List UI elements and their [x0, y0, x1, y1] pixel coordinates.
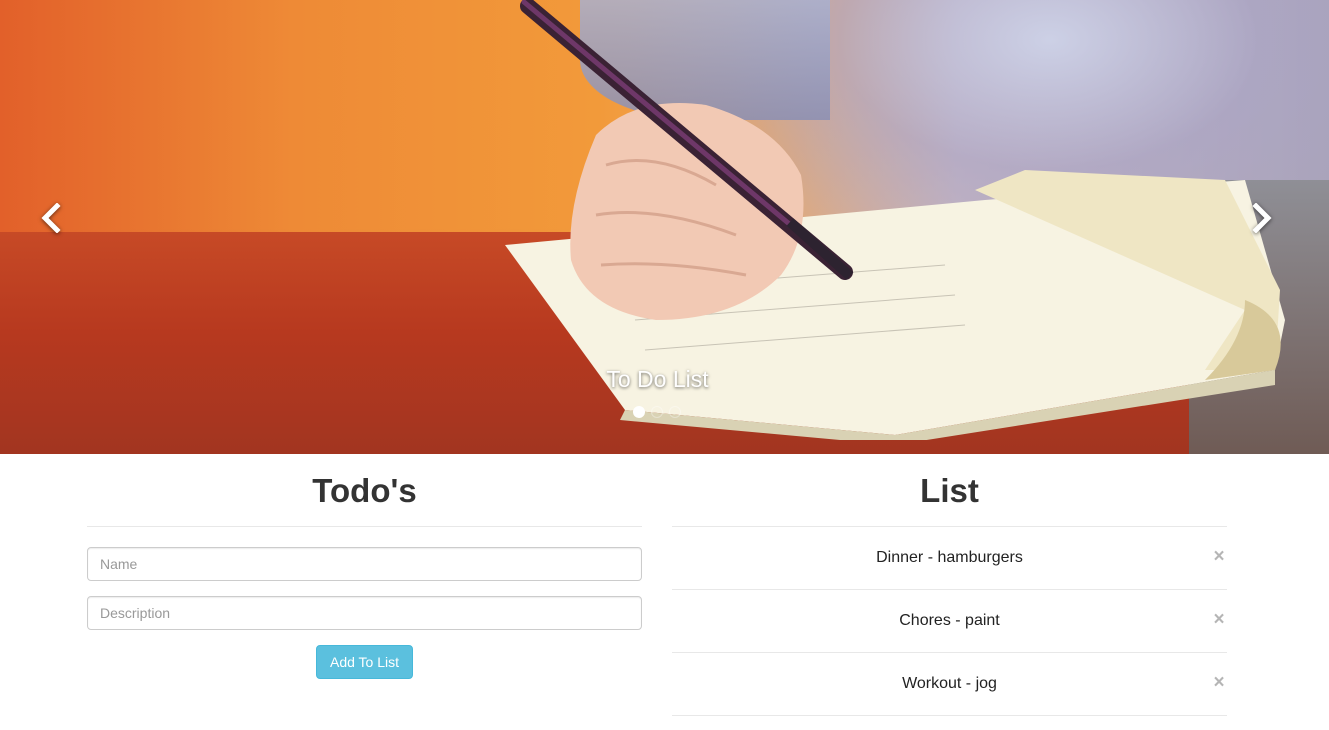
todo-list: Dinner - hamburgers × Chores - paint × W… [672, 527, 1227, 716]
chevron-left-icon [41, 203, 61, 233]
main-content: Todo's Add To List List Dinner - hamburg… [87, 454, 1227, 716]
name-input[interactable] [87, 547, 642, 581]
close-icon[interactable]: × [1211, 673, 1227, 692]
description-input[interactable] [87, 596, 642, 630]
list-item: Chores - paint × [672, 590, 1227, 653]
carousel-indicator-3[interactable] [669, 406, 681, 418]
todo-list-column: List Dinner - hamburgers × Chores - pain… [672, 454, 1227, 716]
carousel-prev-button[interactable] [32, 200, 68, 236]
chevron-right-icon [1252, 203, 1272, 233]
close-icon[interactable]: × [1211, 610, 1227, 629]
carousel-indicator-1[interactable] [633, 406, 645, 418]
carousel-next-button[interactable] [1245, 200, 1281, 236]
carousel-indicator-2[interactable] [651, 406, 663, 418]
todos-heading: Todo's [87, 454, 642, 527]
close-icon[interactable]: × [1211, 547, 1227, 566]
list-item: Workout - jog × [672, 653, 1227, 716]
add-to-list-button[interactable]: Add To List [315, 645, 413, 679]
add-button-wrapper: Add To List [87, 645, 642, 679]
list-heading: List [672, 454, 1227, 527]
list-item-text: Chores - paint [899, 612, 1000, 629]
todo-form: Add To List [87, 527, 642, 679]
list-item-text: Workout - jog [902, 675, 997, 692]
pen-illustration [520, 0, 854, 280]
list-item-text: Dinner - hamburgers [876, 549, 1023, 566]
list-item: Dinner - hamburgers × [672, 527, 1227, 590]
todo-form-column: Todo's Add To List [87, 454, 642, 716]
hero-carousel: To Do List [0, 0, 1329, 454]
carousel-caption: To Do List [606, 366, 709, 392]
carousel-indicators [633, 406, 681, 418]
